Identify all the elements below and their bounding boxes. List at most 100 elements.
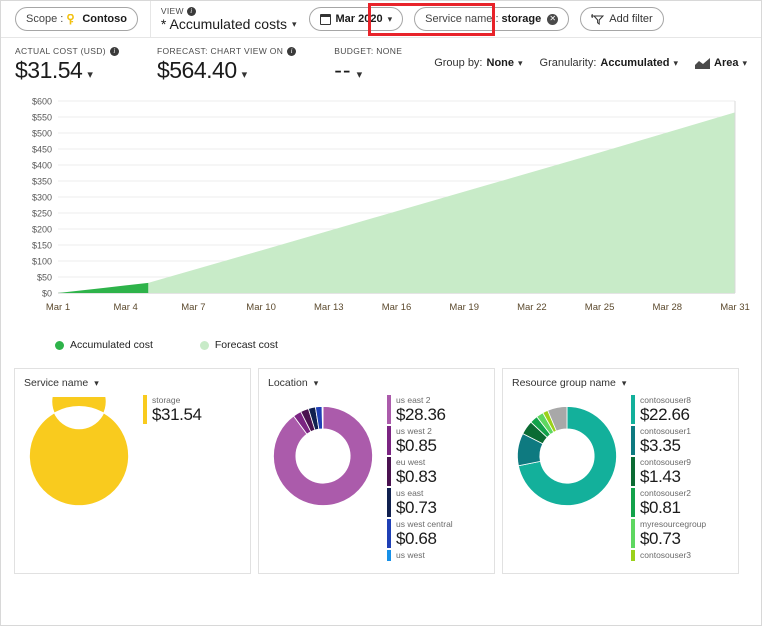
- chevron-down-icon[interactable]: ▾: [87, 62, 92, 88]
- svg-text:$350: $350: [32, 177, 52, 187]
- legend-entry[interactable]: contosouser3: [631, 550, 734, 561]
- legend-amount: $0.81: [640, 499, 691, 517]
- scope-pill[interactable]: Scope : Contoso: [15, 7, 138, 31]
- svg-text:Mar 1: Mar 1: [46, 302, 70, 313]
- legend-entry[interactable]: contosouser1 $3.35: [631, 426, 734, 455]
- view-name-row[interactable]: * Accumulated costs ▾: [161, 16, 297, 32]
- legend-entry[interactable]: contosouser2 $0.81: [631, 488, 734, 517]
- svg-text:Mar 13: Mar 13: [314, 302, 344, 313]
- chevron-down-icon[interactable]: ▾: [314, 378, 319, 389]
- filter-value: storage: [502, 13, 542, 25]
- card-title-service-name[interactable]: Service name ▾: [15, 369, 250, 389]
- legend-item-accumulated[interactable]: Accumulated cost: [55, 339, 153, 351]
- legend-item-forecast[interactable]: Forecast cost: [200, 339, 278, 351]
- donut-chart-service-name[interactable]: [20, 397, 138, 515]
- card-title-location[interactable]: Location ▾: [259, 369, 494, 389]
- legend-entry[interactable]: storage $31.54: [143, 395, 246, 424]
- kpi-value: --: [334, 57, 351, 83]
- legend-name: contosouser3: [640, 550, 691, 561]
- legend-amount: $0.73: [640, 530, 706, 548]
- card-body: contosouser8 $22.66 contosouser1 $3.35: [503, 389, 738, 567]
- svg-text:$550: $550: [32, 113, 52, 123]
- card-legend: storage $31.54: [143, 391, 250, 567]
- view-caption-row: VIEW i: [161, 6, 297, 16]
- card-resource-group-name: Resource group name ▾ contosouser8 $22.6…: [502, 368, 739, 574]
- group-by-label: Group by:: [434, 57, 482, 69]
- chevron-down-icon[interactable]: ▾: [388, 14, 393, 25]
- legend-entry[interactable]: myresourcegroup $0.73: [631, 519, 734, 548]
- chevron-down-icon[interactable]: ▾: [292, 16, 297, 32]
- chevron-down-icon[interactable]: ▾: [242, 62, 247, 88]
- scope-value: Contoso: [82, 13, 127, 25]
- legend-entry[interactable]: us east 2 $28.36: [387, 395, 490, 424]
- svg-text:Mar 16: Mar 16: [382, 302, 412, 313]
- legend-amount: $31.54: [152, 406, 202, 424]
- donut-chart-resource-group[interactable]: [508, 397, 626, 515]
- svg-text:Mar 25: Mar 25: [585, 302, 615, 313]
- kpi-value: $31.54: [15, 57, 82, 83]
- granularity-value: Accumulated: [600, 57, 669, 69]
- svg-text:$150: $150: [32, 241, 52, 251]
- close-circle-icon[interactable]: ✕: [547, 14, 558, 25]
- chart-controls: Group by: None ▾ Granularity: Accumulate…: [434, 57, 747, 69]
- granularity-control[interactable]: Granularity: Accumulated ▾: [540, 57, 678, 69]
- legend-text: storage $31.54: [152, 395, 202, 424]
- legend-entry[interactable]: us east $0.73: [387, 488, 490, 517]
- area-chart-svg[interactable]: $0$50$100$150$200$250$300$350$400$450$50…: [13, 93, 751, 333]
- legend-entry[interactable]: eu west $0.83: [387, 457, 490, 486]
- service-name-filter-pill[interactable]: Service name : storage ✕: [414, 7, 569, 31]
- scope-label: Scope :: [26, 13, 63, 25]
- legend-entry[interactable]: us west 2 $0.85: [387, 426, 490, 455]
- chevron-down-icon[interactable]: ▾: [518, 58, 523, 69]
- chevron-down-icon[interactable]: ▾: [742, 58, 747, 69]
- chevron-down-icon[interactable]: ▾: [357, 62, 364, 88]
- svg-text:$500: $500: [32, 129, 52, 139]
- legend-dot-icon: [200, 341, 209, 350]
- card-title-resource-group-name[interactable]: Resource group name ▾: [503, 369, 738, 389]
- date-range-pill[interactable]: Mar 2020 ▾: [309, 7, 404, 31]
- legend-entry[interactable]: us west central $0.68: [387, 519, 490, 548]
- svg-text:Mar 10: Mar 10: [246, 302, 276, 313]
- legend-amount: $0.68: [396, 530, 453, 548]
- svg-text:$0: $0: [42, 289, 52, 299]
- view-selector[interactable]: VIEW i * Accumulated costs ▾: [161, 6, 297, 32]
- info-icon[interactable]: i: [187, 7, 196, 16]
- donut-chart-location[interactable]: [264, 397, 382, 515]
- group-by-control[interactable]: Group by: None ▾: [434, 57, 522, 69]
- kpi-budget: BUDGET: NONE -- ▾: [334, 46, 402, 88]
- info-icon[interactable]: i: [287, 47, 296, 56]
- kpi-actual-cost: ACTUAL COST (USD) i $31.54 ▾: [15, 46, 119, 88]
- donut-container: [259, 391, 387, 567]
- card-location: Location ▾ us east 2 $28.36: [258, 368, 495, 574]
- card-body: us east 2 $28.36 us west 2 $0.85: [259, 389, 494, 567]
- add-filter-button[interactable]: Add filter: [580, 7, 663, 31]
- chart-type-control[interactable]: Area ▾: [695, 57, 747, 69]
- area-chart-icon: [695, 58, 710, 69]
- legend-text: contosouser1 $3.35: [640, 426, 691, 455]
- kpi-value-row[interactable]: $564.40 ▾: [157, 57, 296, 88]
- filter-label: Service name :: [425, 13, 498, 25]
- kpi-value-row[interactable]: $31.54 ▾: [15, 57, 119, 88]
- svg-text:$250: $250: [32, 209, 52, 219]
- legend-swatch: [387, 426, 391, 455]
- legend-text: contosouser8 $22.66: [640, 395, 691, 424]
- kpi-caption-row: FORECAST: CHART VIEW ON i: [157, 46, 296, 56]
- chevron-down-icon[interactable]: ▾: [673, 58, 678, 69]
- chart-type-value: Area: [714, 57, 738, 69]
- legend-entry[interactable]: contosouser9 $1.43: [631, 457, 734, 486]
- card-title-label: Resource group name: [512, 377, 616, 389]
- svg-text:Mar 28: Mar 28: [653, 302, 683, 313]
- svg-text:Mar 31: Mar 31: [720, 302, 750, 313]
- kpi-caption: FORECAST: CHART VIEW ON: [157, 46, 283, 56]
- legend-entry[interactable]: contosouser8 $22.66: [631, 395, 734, 424]
- info-icon[interactable]: i: [110, 47, 119, 56]
- chevron-down-icon[interactable]: ▾: [622, 378, 627, 389]
- chevron-down-icon[interactable]: ▾: [94, 378, 99, 389]
- legend-swatch: [631, 395, 635, 424]
- toolbar: Scope : Contoso VIEW i * Accumulated cos…: [1, 1, 761, 38]
- legend-entry[interactable]: us west: [387, 550, 490, 561]
- kpi-value-row[interactable]: -- ▾: [334, 57, 402, 88]
- kpi-forecast-cost: FORECAST: CHART VIEW ON i $564.40 ▾: [157, 46, 296, 88]
- legend-text: us west 2 $0.85: [396, 426, 437, 455]
- card-title-label: Service name: [24, 377, 88, 389]
